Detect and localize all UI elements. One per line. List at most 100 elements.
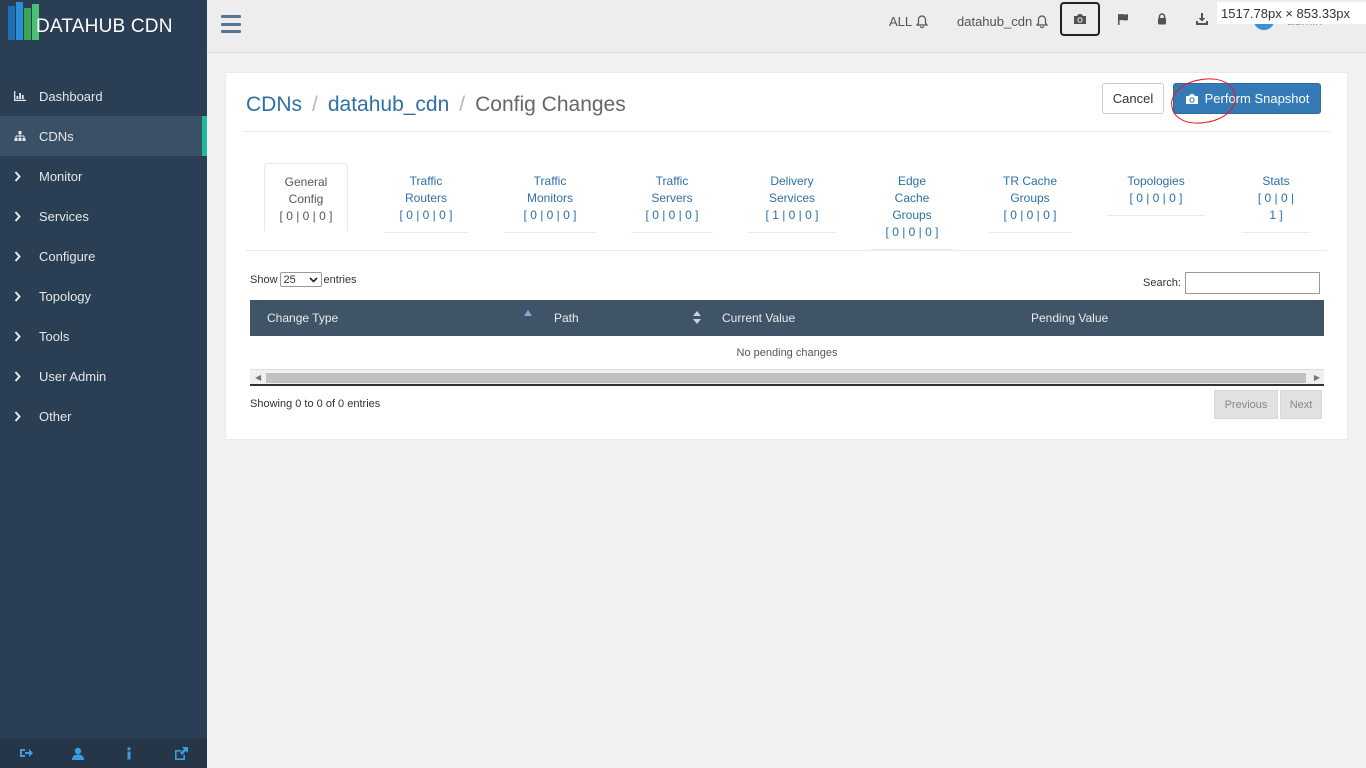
- camera-icon: [1074, 14, 1086, 24]
- sidebar-item-other[interactable]: Other: [0, 396, 207, 436]
- tab-underline: [1107, 215, 1205, 216]
- sidebar-item-topology[interactable]: Topology: [0, 276, 207, 316]
- column-label: Pending Value: [1031, 311, 1109, 325]
- tab-underline: [631, 232, 713, 233]
- sidebar-item-label: Tools: [39, 328, 70, 344]
- all-label: ALL: [889, 14, 913, 29]
- tab-label-line: Groups: [1010, 191, 1050, 205]
- tab-label-line: General: [284, 175, 328, 189]
- menu-toggle-icon[interactable]: [221, 15, 241, 33]
- tab-underline: [504, 232, 596, 233]
- cancel-button[interactable]: Cancel: [1102, 83, 1164, 114]
- sidebar-item-configure[interactable]: Configure: [0, 236, 207, 276]
- breadcrumb-cdn[interactable]: datahub_cdn: [328, 93, 449, 117]
- sort-asc-icon[interactable]: [524, 310, 532, 316]
- breadcrumb-separator: /: [459, 93, 466, 116]
- tab-label-line: Cache: [894, 191, 930, 205]
- tab-underline: [989, 232, 1071, 233]
- previous-button[interactable]: Previous: [1214, 390, 1278, 419]
- entries-label: entries: [323, 273, 357, 286]
- sidebar-item-tools[interactable]: Tools: [0, 316, 207, 356]
- chevron-down-icon: [308, 276, 318, 283]
- tab-label-line: [ 0 | 0 | 0 ]: [1129, 191, 1183, 205]
- breadcrumb-separator: /: [312, 93, 318, 116]
- tab-label-line: Services: [768, 191, 815, 205]
- tab-label-line: Config: [288, 192, 324, 206]
- tab-label-line: Groups: [892, 208, 932, 222]
- breadcrumb: CDNs / datahub_cdn / Config Changes: [246, 93, 626, 117]
- user-icon[interactable]: [52, 738, 104, 768]
- column-header-current-value[interactable]: Current Value: [722, 311, 795, 325]
- tab-5[interactable]: Delivery Services [ 1 | 0 | 0 ]: [748, 163, 836, 233]
- column-header-path[interactable]: Path: [554, 311, 579, 325]
- sidebar-item-cdns[interactable]: CDNs: [0, 116, 207, 156]
- page-size-value: 25: [283, 273, 296, 286]
- tab-4[interactable]: Traffic Servers [ 0 | 0 | 0 ]: [631, 163, 713, 233]
- tab-label-line: Topologies: [1127, 174, 1185, 188]
- cdn-notifications[interactable]: datahub_cdn: [957, 14, 1049, 29]
- sort-both-icon[interactable]: [693, 311, 701, 324]
- sidebar-item-label: User Admin: [39, 368, 107, 384]
- sidebar-item-dashboard[interactable]: Dashboard: [0, 76, 207, 116]
- chevron-right-icon: [14, 370, 39, 382]
- show-entries: Show 25 entries: [250, 272, 357, 287]
- column-header-pending-value[interactable]: Pending Value: [1031, 311, 1108, 325]
- sidebar-item-label: Monitor: [39, 168, 83, 184]
- sidebar-item-label: Dashboard: [39, 88, 103, 104]
- chevron-right-icon: [14, 210, 39, 222]
- sidebar-item-label: Topology: [39, 288, 92, 304]
- sitemap-icon: [14, 130, 39, 142]
- brand[interactable]: DATAHUB CDN: [0, 0, 207, 52]
- camera-icon: [1185, 93, 1198, 104]
- tab-label-line: Stats: [1262, 174, 1290, 188]
- info-icon[interactable]: [104, 738, 156, 768]
- tab-label-line: [ 1 | 0 | 0 ]: [765, 208, 819, 222]
- logout-icon[interactable]: [0, 738, 52, 768]
- tab-label-line: 1 ]: [1269, 208, 1283, 222]
- horizontal-scrollbar[interactable]: ◀ ▶: [250, 370, 1324, 386]
- tab-8[interactable]: Topologies [ 0 | 0 | 0 ]: [1107, 163, 1205, 216]
- tab-label-line: Delivery: [770, 174, 814, 188]
- external-link-icon[interactable]: [155, 738, 207, 768]
- bar-chart-icon: [14, 91, 39, 101]
- sidebar-item-monitor[interactable]: Monitor: [0, 156, 207, 196]
- dimensions-overlay: 1517.78px × 853.33px: [1217, 2, 1366, 24]
- snapshot-button[interactable]: [1060, 2, 1100, 36]
- cdn-label: datahub_cdn: [957, 14, 1033, 29]
- scrollbar-thumb[interactable]: [266, 373, 1306, 383]
- download-button[interactable]: [1182, 2, 1222, 36]
- flag-icon: [1118, 14, 1128, 25]
- brand-title: DATAHUB CDN: [36, 16, 173, 37]
- page-size-select[interactable]: 25: [279, 272, 322, 287]
- lock-button[interactable]: [1142, 2, 1182, 36]
- changes-table: Change Type Path Current Value Pending V…: [250, 300, 1324, 386]
- tab-label-line: [ 0 | 0 | 0 ]: [523, 208, 577, 222]
- tab-3[interactable]: Traffic Monitors [ 0 | 0 | 0 ]: [504, 163, 596, 233]
- tab-label-line: Routers: [404, 191, 448, 205]
- search-input[interactable]: [1184, 272, 1320, 294]
- column-label: Current Value: [722, 311, 796, 325]
- breadcrumb-cdns[interactable]: CDNs: [246, 93, 302, 117]
- tab-2[interactable]: Traffic Routers [ 0 | 0 | 0 ]: [384, 163, 468, 233]
- tab-6[interactable]: Edge Cache Groups [ 0 | 0 | 0 ]: [871, 163, 953, 250]
- chevron-right-icon: [14, 330, 39, 342]
- sidebar-item-user-admin[interactable]: User Admin: [0, 356, 207, 396]
- tab-label-line: [ 0 | 0 | 0 ]: [645, 208, 699, 222]
- tab-1[interactable]: General Config [ 0 | 0 | 0 ]: [264, 163, 348, 232]
- perform-snapshot-label: Perform Snapshot: [1204, 91, 1310, 106]
- chevron-right-icon: [14, 170, 39, 182]
- tab-label-line: TR Cache: [1002, 174, 1058, 188]
- all-notifications[interactable]: ALL: [889, 14, 929, 29]
- scroll-left-icon[interactable]: ◀: [255, 373, 261, 382]
- next-button[interactable]: Next: [1280, 390, 1322, 419]
- flag-button[interactable]: [1103, 2, 1143, 36]
- perform-snapshot-button[interactable]: Perform Snapshot: [1173, 83, 1321, 114]
- tab-9[interactable]: Stats [ 0 | 0 | 1 ]: [1242, 163, 1310, 233]
- sidebar-item-services[interactable]: Services: [0, 196, 207, 236]
- tab-7[interactable]: TR Cache Groups [ 0 | 0 | 0 ]: [989, 163, 1071, 233]
- column-header-change-type[interactable]: Change Type: [267, 311, 338, 325]
- table-search: Search:: [1143, 272, 1320, 294]
- scroll-right-icon[interactable]: ▶: [1314, 373, 1320, 382]
- sidebar-footer: [0, 738, 207, 768]
- pagination: Previous Next: [1214, 390, 1322, 419]
